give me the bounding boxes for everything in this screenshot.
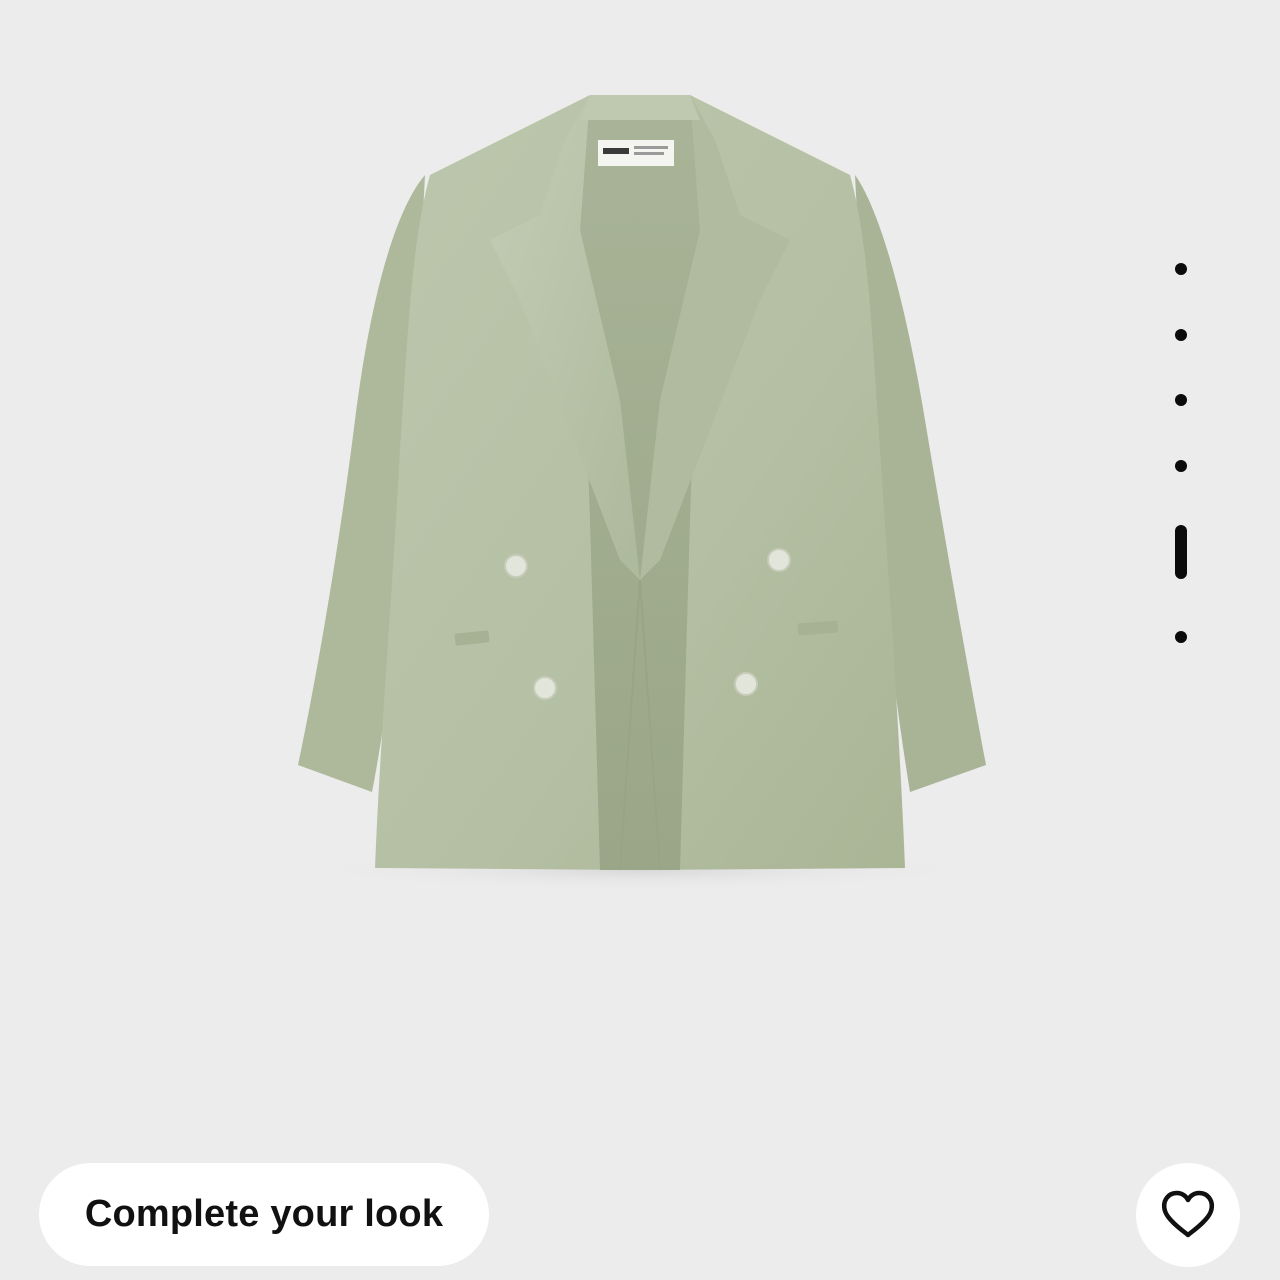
pager-dot-active[interactable] [1175,525,1187,579]
pager-dot[interactable] [1175,631,1187,643]
button-lower-right [734,672,758,696]
product-image[interactable] [0,0,1280,1280]
heart-outline-icon [1162,1190,1214,1238]
button-upper-left [504,554,528,578]
pager-dot[interactable] [1175,263,1187,275]
complete-your-look-label: Complete your look [84,1193,444,1235]
pager-dot[interactable] [1175,394,1187,406]
pager-dot[interactable] [1175,460,1187,472]
complete-your-look-button[interactable]: Complete your look [39,1163,489,1266]
button-lower-left [533,676,557,700]
product-gallery-screen: Complete your look [0,0,1280,1280]
button-upper-right [767,548,791,572]
image-pager[interactable] [1166,255,1196,655]
like-button[interactable] [1136,1163,1240,1267]
pager-dot[interactable] [1175,329,1187,341]
